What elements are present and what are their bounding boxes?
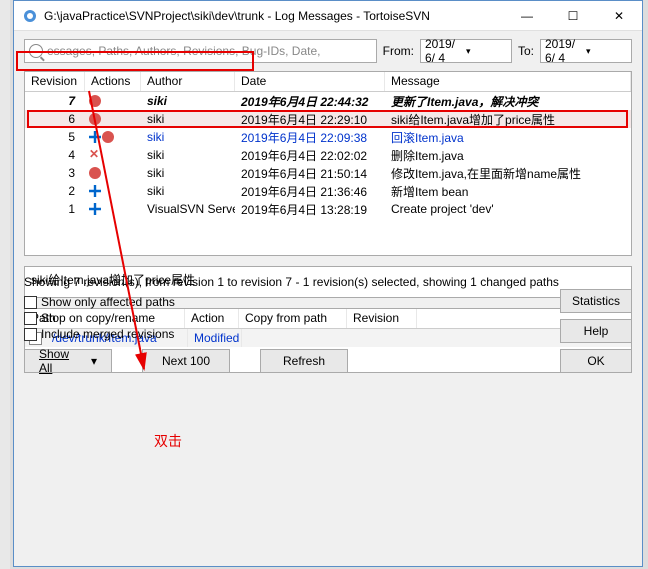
log-row[interactable]: 2siki2019年6月4日 21:36:46新增Item bean bbox=[25, 182, 631, 200]
annotation-text: 双击 bbox=[154, 431, 182, 451]
minimize-button[interactable]: — bbox=[504, 1, 550, 31]
from-label: From: bbox=[383, 44, 414, 58]
status-text: Showing 7 revision(s), from revision 1 t… bbox=[24, 275, 632, 289]
to-date-picker[interactable]: 2019/ 6/ 4▾ bbox=[540, 39, 632, 63]
help-button[interactable]: Help bbox=[560, 319, 632, 343]
stop-copy-checkbox[interactable] bbox=[24, 312, 37, 325]
close-button[interactable]: ✕ bbox=[596, 1, 642, 31]
ok-button[interactable]: OK bbox=[560, 349, 632, 373]
maximize-button[interactable]: ☐ bbox=[550, 1, 596, 31]
log-list[interactable]: Revision Actions Author Date Message 7si… bbox=[24, 71, 632, 256]
show-affected-checkbox[interactable] bbox=[24, 296, 37, 309]
chevron-down-icon: ▾ bbox=[466, 46, 507, 57]
refresh-button[interactable]: Refresh bbox=[260, 349, 348, 373]
col-actions[interactable]: Actions bbox=[85, 72, 141, 91]
chevron-down-icon: ▾ bbox=[586, 46, 627, 57]
search-input[interactable]: essages, Paths, Authors, Revisions, Bug-… bbox=[24, 39, 377, 63]
titlebar: G:\javaPractice\SVNProject\siki\dev\trun… bbox=[14, 1, 642, 31]
log-header[interactable]: Revision Actions Author Date Message bbox=[25, 72, 631, 92]
statistics-button[interactable]: Statistics bbox=[560, 289, 632, 313]
log-row[interactable]: 4✕siki2019年6月4日 22:02:02删除Item.java bbox=[25, 146, 631, 164]
log-row[interactable]: 3siki2019年6月4日 21:50:14修改Item.java,在里面新增… bbox=[25, 164, 631, 182]
col-message[interactable]: Message bbox=[385, 72, 631, 91]
col-revision[interactable]: Revision bbox=[25, 72, 85, 91]
log-row[interactable]: 7siki2019年6月4日 22:44:32更新了Item.java，解决冲突 bbox=[25, 92, 631, 110]
col-date[interactable]: Date bbox=[235, 72, 385, 91]
log-window: G:\javaPractice\SVNProject\siki\dev\trun… bbox=[13, 0, 643, 567]
from-date-picker[interactable]: 2019/ 6/ 4▾ bbox=[420, 39, 512, 63]
log-row[interactable]: 1VisualSVN Server2019年6月4日 13:28:19Creat… bbox=[25, 200, 631, 218]
col-author[interactable]: Author bbox=[141, 72, 235, 91]
log-row[interactable]: 5siki2019年6月4日 22:09:38回滚Item.java bbox=[25, 128, 631, 146]
log-row[interactable]: 6siki2019年6月4日 22:29:10siki给Item.java增加了… bbox=[25, 110, 631, 128]
to-label: To: bbox=[518, 44, 534, 58]
show-all-button[interactable]: Show All ▾ bbox=[24, 349, 112, 373]
merged-checkbox[interactable] bbox=[24, 328, 37, 341]
search-icon bbox=[29, 44, 43, 58]
next-100-button[interactable]: Next 100 bbox=[142, 349, 230, 373]
app-icon bbox=[22, 8, 38, 24]
window-title: G:\javaPractice\SVNProject\siki\dev\trun… bbox=[44, 9, 504, 23]
